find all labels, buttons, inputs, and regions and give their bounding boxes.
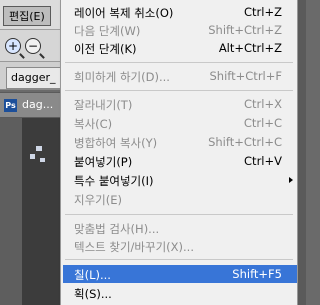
canvas-pixel xyxy=(36,146,42,151)
menu-item-label: 이전 단계(K) xyxy=(74,42,137,56)
menu-item-label: 다음 단계(W) xyxy=(74,24,141,38)
menu-item-label: 병합하여 복사(Y) xyxy=(74,136,158,150)
menu-item-step-forward[interactable]: 다음 단계(W) Shift+Ctrl+Z xyxy=(63,21,297,39)
menu-item-label: 특수 붙여넣기(I) xyxy=(74,174,154,188)
menu-item-label: 붙여넣기(P) xyxy=(74,155,133,169)
menu-item-shortcut: Ctrl+Z xyxy=(244,5,282,19)
canvas-area[interactable] xyxy=(0,118,60,305)
menu-separator xyxy=(65,259,293,260)
menu-item-shortcut: Shift+Ctrl+Z xyxy=(208,23,282,37)
menu-item-label: 지우기(E) xyxy=(74,193,122,207)
zoom-out-glyph: − xyxy=(27,39,39,53)
edit-menu-dropdown: 레이어 복제 취소(O) Ctrl+Z 다음 단계(W) Shift+Ctrl+… xyxy=(60,0,298,305)
zoom-in-icon[interactable]: + xyxy=(5,38,21,54)
menu-item-find-replace-text[interactable]: 텍스트 찾기/바꾸기(X)... xyxy=(63,237,297,255)
tab-dagger[interactable]: dagger_ xyxy=(6,67,60,89)
canvas-pixel xyxy=(30,154,35,159)
menu-item-label: 텍스트 찾기/바꾸기(X)... xyxy=(74,240,194,254)
menu-item-cut[interactable]: 잘라내기(T) Ctrl+X xyxy=(63,95,297,113)
toolbar: + − xyxy=(0,30,60,62)
canvas-pixel xyxy=(40,158,45,162)
submenu-arrow-icon xyxy=(289,177,293,183)
menu-item-label: 복사(C) xyxy=(74,117,113,131)
menu-separator xyxy=(65,214,293,215)
menu-item-label: 잘라내기(T) xyxy=(74,98,133,112)
document-title: dag... xyxy=(22,98,54,111)
zoom-in-glyph: + xyxy=(7,39,19,53)
menu-item-shortcut: Shift+Ctrl+F xyxy=(209,69,283,83)
menu-item-copy-merged[interactable]: 병합하여 복사(Y) Shift+Ctrl+C xyxy=(63,133,297,151)
menu-item-step-backward[interactable]: 이전 단계(K) Alt+Ctrl+Z xyxy=(63,39,297,57)
background-panel xyxy=(298,0,306,305)
menu-item-shortcut: Alt+Ctrl+Z xyxy=(218,41,282,55)
document-canvas[interactable] xyxy=(22,118,60,305)
photoshop-icon: Ps xyxy=(4,99,17,112)
menu-item-label: 희미하게 하기(D)... xyxy=(74,70,170,84)
document-title-bar[interactable]: Ps dag... xyxy=(0,92,60,118)
menu-edit[interactable]: 편집(E) xyxy=(3,6,51,26)
menu-item-fade[interactable]: 희미하게 하기(D)... Shift+Ctrl+F xyxy=(63,67,297,85)
menu-item-paste[interactable]: 붙여넣기(P) Ctrl+V xyxy=(63,152,297,170)
menu-item-shortcut: Ctrl+X xyxy=(244,97,282,111)
menu-item-clear[interactable]: 지우기(E) xyxy=(63,190,297,208)
menu-item-shortcut: Shift+Ctrl+C xyxy=(208,135,282,149)
menu-item-undo-duplicate-layer[interactable]: 레이어 복제 취소(O) Ctrl+Z xyxy=(63,3,297,21)
menu-item-label: 레이어 복제 취소(O) xyxy=(74,6,174,20)
menu-item-label: 맞춤법 검사(H)... xyxy=(74,222,160,236)
menu-item-paste-special[interactable]: 특수 붙여넣기(I) xyxy=(63,171,297,189)
menu-item-fill[interactable]: 칠(L)... Shift+F5 xyxy=(63,265,297,283)
tab-strip: dagger_ xyxy=(0,62,60,90)
menu-item-stroke[interactable]: 획(S)... xyxy=(63,284,297,302)
menu-item-label: 획(S)... xyxy=(74,287,112,301)
menu-bar: 편집(E) xyxy=(0,0,60,30)
menu-item-check-spelling[interactable]: 맞춤법 검사(H)... xyxy=(63,219,297,237)
menu-item-label: 칠(L)... xyxy=(74,268,111,282)
zoom-out-icon[interactable]: − xyxy=(25,38,41,54)
menu-item-shortcut: Shift+F5 xyxy=(232,267,282,281)
menu-item-shortcut: Ctrl+V xyxy=(244,154,282,168)
menu-item-copy[interactable]: 복사(C) Ctrl+C xyxy=(63,114,297,132)
menu-separator xyxy=(65,62,293,63)
menu-item-shortcut: Ctrl+C xyxy=(243,116,282,130)
menu-separator xyxy=(65,90,293,91)
